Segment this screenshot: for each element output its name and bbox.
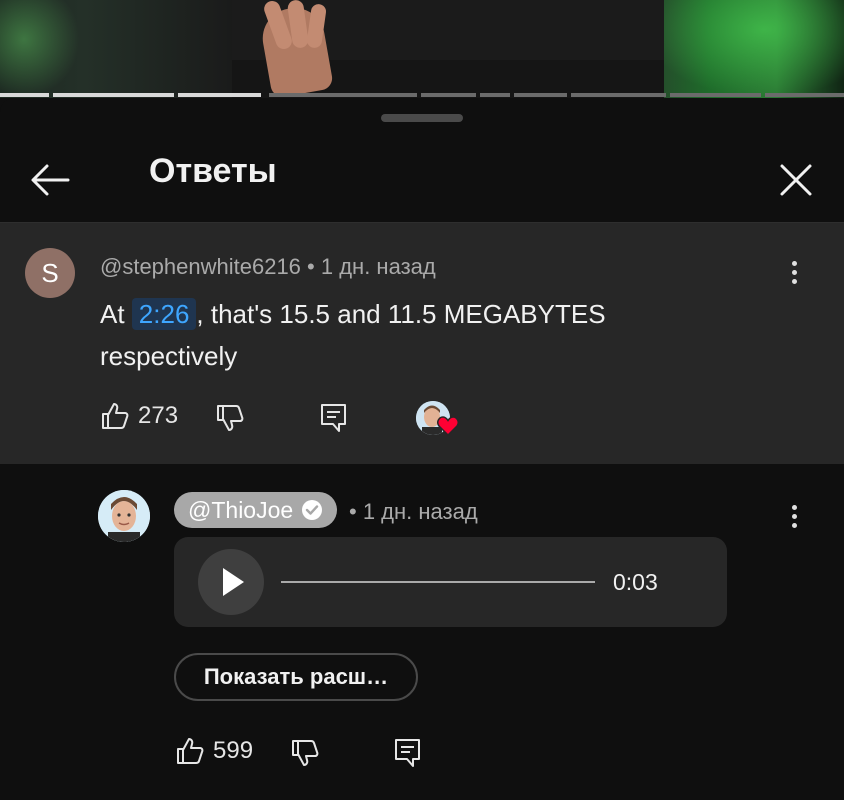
more-options-button[interactable] — [784, 257, 804, 297]
comment-text-start: At — [100, 299, 132, 329]
like-count: 273 — [138, 402, 179, 429]
more-vert-icon — [784, 261, 804, 284]
video-preview[interactable] — [0, 0, 844, 98]
chapter-segment — [177, 93, 261, 97]
chapter-segment — [480, 93, 510, 97]
avatar[interactable] — [98, 490, 150, 542]
reply-button[interactable] — [319, 398, 349, 438]
thumb-down-icon — [217, 405, 244, 431]
parent-comment: S @stephenwhite6216 • 1 дн. назад At 2:2… — [0, 223, 844, 464]
chapter-segment — [513, 93, 568, 97]
close-button[interactable] — [774, 158, 818, 202]
comment-time: 1 дн. назад — [320, 254, 436, 279]
chapter-segment — [53, 93, 174, 97]
close-icon — [780, 164, 812, 196]
like-button[interactable]: 273 — [100, 396, 178, 436]
thumb-up-icon — [177, 738, 204, 764]
show-more-button[interactable]: Показать расш… — [174, 653, 418, 701]
more-vert-icon — [784, 505, 804, 528]
avatar[interactable]: S — [25, 248, 75, 298]
chapter-segment — [765, 93, 844, 97]
meta-separator: • — [307, 254, 315, 279]
meta-separator: • — [349, 499, 357, 524]
arrow-left-icon — [31, 164, 70, 196]
drag-handle[interactable] — [381, 114, 463, 122]
play-button[interactable] — [198, 549, 264, 615]
more-options-button[interactable] — [784, 501, 804, 541]
audio-duration: 0:03 — [613, 569, 658, 595]
dislike-button[interactable] — [290, 733, 320, 773]
creator-face — [98, 490, 150, 542]
creator-chip[interactable]: @ThioJoe — [174, 492, 338, 528]
reply-meta: • 1 дн. назад — [349, 499, 478, 525]
like-count: 599 — [213, 737, 254, 764]
thumb-up-icon — [102, 403, 129, 429]
heart-icon — [437, 416, 459, 436]
comment-meta: @stephenwhite6216 • 1 дн. назад — [100, 254, 436, 280]
thumb-down-icon — [292, 740, 319, 766]
sheet-header: Ответы — [0, 138, 844, 222]
chapter-segment — [421, 93, 477, 97]
voice-reply-player: 0:03 — [174, 537, 727, 627]
background-glow — [0, 0, 80, 98]
chapter-segment — [268, 93, 418, 97]
chapter-segment — [670, 93, 761, 97]
back-button[interactable] — [28, 158, 72, 202]
comment-icon — [395, 739, 420, 767]
reply-time: 1 дн. назад — [362, 499, 478, 524]
audio-progress-track[interactable] — [281, 581, 595, 583]
verified-check-icon — [302, 500, 323, 520]
page-title: Ответы — [149, 152, 277, 190]
chapter-segment — [571, 93, 667, 97]
reply-button[interactable] — [393, 733, 423, 773]
reply-author: @ThioJoe — [188, 497, 294, 523]
comment-author[interactable]: @stephenwhite6216 — [100, 254, 301, 279]
comment-icon — [321, 404, 346, 432]
like-button[interactable]: 599 — [175, 731, 253, 771]
background-glow — [644, 0, 844, 98]
comment-text: At 2:26, that's 15.5 and 11.5 MEGABYTES … — [100, 293, 740, 377]
play-icon — [223, 568, 244, 596]
video-chapter-progress[interactable] — [0, 93, 844, 97]
dislike-button[interactable] — [215, 398, 245, 438]
timestamp-link[interactable]: 2:26 — [131, 298, 197, 330]
chapter-segment — [0, 93, 50, 97]
